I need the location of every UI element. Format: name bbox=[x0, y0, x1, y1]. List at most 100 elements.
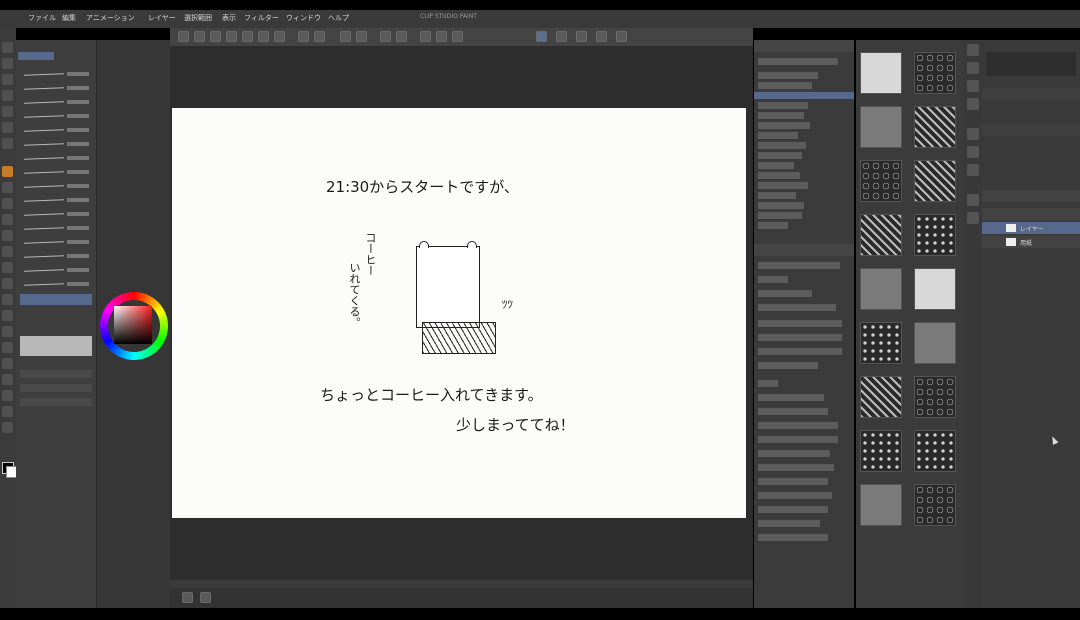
new-file-icon[interactable] bbox=[178, 31, 189, 42]
material-tile[interactable] bbox=[914, 52, 956, 94]
tag-item[interactable] bbox=[758, 464, 834, 471]
fill-tool-icon[interactable] bbox=[2, 278, 13, 289]
brush-preset[interactable] bbox=[20, 182, 92, 193]
color-wheel[interactable] bbox=[100, 292, 168, 360]
material-folder[interactable] bbox=[758, 82, 812, 89]
material-folder[interactable] bbox=[758, 222, 788, 229]
decoration-icon[interactable] bbox=[2, 230, 13, 241]
eraser-icon[interactable] bbox=[2, 246, 13, 257]
blend-mode-select[interactable] bbox=[982, 124, 1080, 136]
menu-window[interactable]: ウィンドウ bbox=[286, 13, 321, 23]
material-search[interactable] bbox=[758, 58, 838, 65]
brush-preset[interactable] bbox=[20, 84, 92, 95]
tag-item[interactable] bbox=[758, 492, 832, 499]
navigator-icon[interactable] bbox=[182, 592, 193, 603]
material-folder[interactable] bbox=[758, 192, 796, 199]
pencil-icon[interactable] bbox=[2, 182, 13, 193]
horizontal-scrollbar[interactable] bbox=[170, 580, 753, 588]
material-tile[interactable] bbox=[860, 484, 902, 526]
material-tile[interactable] bbox=[914, 160, 956, 202]
brush-preset[interactable] bbox=[20, 238, 92, 249]
pen-icon[interactable] bbox=[2, 166, 13, 177]
tag-item[interactable] bbox=[758, 436, 838, 443]
text-icon[interactable] bbox=[2, 358, 13, 369]
material-folder[interactable] bbox=[758, 172, 800, 179]
animation-icon[interactable] bbox=[967, 212, 979, 224]
brush-preset[interactable] bbox=[20, 252, 92, 263]
eyedropper-icon[interactable] bbox=[2, 138, 13, 149]
material-folder[interactable] bbox=[758, 162, 794, 169]
material-folder[interactable] bbox=[758, 182, 808, 189]
hand-icon[interactable] bbox=[2, 406, 13, 417]
material-tile[interactable] bbox=[914, 322, 956, 364]
material-tile[interactable] bbox=[860, 160, 902, 202]
tag-item[interactable] bbox=[758, 408, 828, 415]
menu-help[interactable]: ヘルプ bbox=[328, 13, 349, 23]
transform-icon[interactable] bbox=[356, 31, 367, 42]
tag-item[interactable] bbox=[758, 450, 830, 457]
move-icon[interactable] bbox=[2, 58, 13, 69]
airbrush-icon[interactable] bbox=[2, 214, 13, 225]
menu-filter[interactable]: フィルター bbox=[244, 13, 279, 23]
material-tile[interactable] bbox=[860, 52, 902, 94]
material-tile[interactable] bbox=[914, 214, 956, 256]
deselect-icon[interactable] bbox=[436, 31, 447, 42]
save-icon[interactable] bbox=[210, 31, 221, 42]
undo-icon[interactable] bbox=[298, 31, 309, 42]
brush-preset[interactable] bbox=[20, 112, 92, 123]
info-icon[interactable] bbox=[967, 98, 979, 110]
material-tile[interactable] bbox=[860, 430, 902, 472]
help-icon[interactable] bbox=[616, 31, 627, 42]
material-tile[interactable] bbox=[914, 430, 956, 472]
tag-item[interactable] bbox=[758, 520, 820, 527]
auto-action-icon[interactable] bbox=[967, 146, 979, 158]
fit-icon[interactable] bbox=[200, 592, 211, 603]
brush-preset[interactable] bbox=[20, 266, 92, 277]
material-folder[interactable] bbox=[758, 132, 798, 139]
tag-item[interactable] bbox=[758, 506, 828, 513]
brush-preset[interactable] bbox=[20, 196, 92, 207]
material-folder[interactable] bbox=[758, 112, 804, 119]
brush-size-slider[interactable] bbox=[20, 370, 92, 378]
select-all-icon[interactable] bbox=[420, 31, 431, 42]
stabilization-slider[interactable] bbox=[20, 398, 92, 406]
tag-item[interactable] bbox=[758, 304, 836, 311]
menu-animation[interactable]: アニメーション bbox=[86, 13, 135, 23]
balloon-icon[interactable] bbox=[2, 374, 13, 385]
settings-icon[interactable] bbox=[596, 31, 607, 42]
brush-preset[interactable] bbox=[20, 98, 92, 109]
tag-item[interactable] bbox=[758, 320, 842, 327]
tag-item[interactable] bbox=[758, 478, 828, 485]
frame-icon[interactable] bbox=[2, 326, 13, 337]
material-tile[interactable] bbox=[914, 376, 956, 418]
tag-item[interactable] bbox=[758, 348, 842, 355]
layer-property-icon[interactable] bbox=[967, 44, 979, 56]
operation-icon[interactable] bbox=[2, 74, 13, 85]
material-tile[interactable] bbox=[860, 214, 902, 256]
brush-preset-selected[interactable] bbox=[20, 294, 92, 305]
paste-icon[interactable] bbox=[274, 31, 285, 42]
brush-preset[interactable] bbox=[20, 154, 92, 165]
figure-icon[interactable] bbox=[2, 310, 13, 321]
material-folder[interactable] bbox=[758, 152, 802, 159]
layer-panel-icon[interactable] bbox=[967, 194, 979, 206]
material-folder[interactable] bbox=[758, 72, 818, 79]
material-tile[interactable] bbox=[914, 484, 956, 526]
brush-preset[interactable] bbox=[20, 168, 92, 179]
saturation-square[interactable] bbox=[114, 306, 152, 344]
snap-icon[interactable] bbox=[536, 31, 547, 42]
export-icon[interactable] bbox=[226, 31, 237, 42]
print-icon[interactable] bbox=[242, 31, 253, 42]
copy-icon[interactable] bbox=[258, 31, 269, 42]
menu-file[interactable]: ファイル bbox=[28, 13, 56, 23]
menu-layer[interactable]: レイヤー bbox=[148, 13, 176, 23]
material-folder-selected[interactable] bbox=[754, 92, 854, 99]
material-folder[interactable] bbox=[758, 202, 804, 209]
subview-icon[interactable] bbox=[967, 80, 979, 92]
brush-preset[interactable] bbox=[20, 140, 92, 151]
material-folder[interactable] bbox=[758, 142, 806, 149]
material-tile[interactable] bbox=[914, 106, 956, 148]
invert-selection-icon[interactable] bbox=[452, 31, 463, 42]
line-correction-icon[interactable] bbox=[2, 390, 13, 401]
selection-icon[interactable] bbox=[2, 106, 13, 117]
